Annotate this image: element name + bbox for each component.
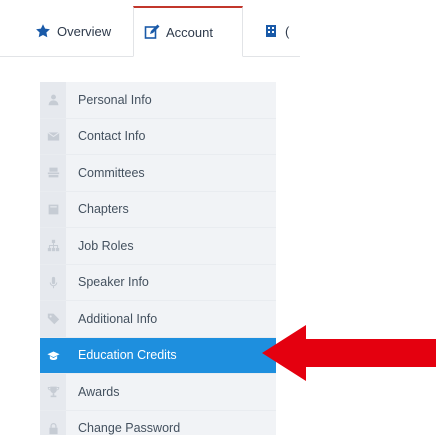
menu-item-personal-info[interactable]: Personal Info [40, 82, 276, 119]
menu-item-label: Speaker Info [78, 275, 149, 290]
group-icon [40, 155, 66, 191]
menu-item-label: Contact Info [78, 129, 146, 144]
microphone-icon [40, 264, 66, 300]
menu-item-education-credits[interactable]: Education Credits [40, 337, 276, 374]
building-icon [263, 23, 279, 39]
envelope-icon [40, 118, 66, 154]
menu-item-label: Education Credits [78, 348, 177, 363]
tab-bar: Overview Account ( [0, 0, 300, 57]
trophy-icon [40, 374, 66, 410]
menu-item-contact-info[interactable]: Contact Info [40, 118, 276, 155]
menu-item-label: Personal Info [78, 92, 152, 107]
annotation-arrow-shape [262, 325, 436, 381]
user-icon [40, 82, 66, 118]
star-icon [35, 23, 51, 39]
menu-item-change-password[interactable]: Change Password [40, 410, 276, 435]
tab-label: ( [285, 23, 290, 39]
tab-label: Account [166, 24, 213, 40]
book-icon [40, 191, 66, 227]
annotation-arrow [262, 325, 436, 381]
menu-item-speaker-info[interactable]: Speaker Info [40, 264, 276, 301]
tab-third[interactable]: ( [253, 6, 300, 56]
tab-label: Overview [57, 23, 112, 39]
menu-item-label: Additional Info [78, 311, 158, 326]
menu-item-awards[interactable]: Awards [40, 374, 276, 411]
lock-icon [40, 410, 66, 435]
menu-item-chapters[interactable]: Chapters [40, 191, 276, 228]
tab-account[interactable]: Account [133, 6, 243, 57]
menu-item-job-roles[interactable]: Job Roles [40, 228, 276, 265]
sitemap-icon [40, 228, 66, 264]
tag-icon [40, 301, 66, 337]
menu-item-label: Awards [78, 384, 120, 399]
graduation-cap-icon [40, 337, 66, 373]
tab-overview[interactable]: Overview [25, 6, 133, 56]
menu-item-additional-info[interactable]: Additional Info [40, 301, 276, 338]
edit-icon [144, 24, 160, 40]
menu-item-label: Chapters [78, 202, 129, 217]
menu-item-label: Change Password [78, 421, 181, 435]
menu-item-committees[interactable]: Committees [40, 155, 276, 192]
menu-item-label: Job Roles [78, 238, 134, 253]
account-side-menu: Personal Info Contact Info Committees Ch… [40, 82, 276, 435]
menu-item-label: Committees [78, 165, 145, 180]
